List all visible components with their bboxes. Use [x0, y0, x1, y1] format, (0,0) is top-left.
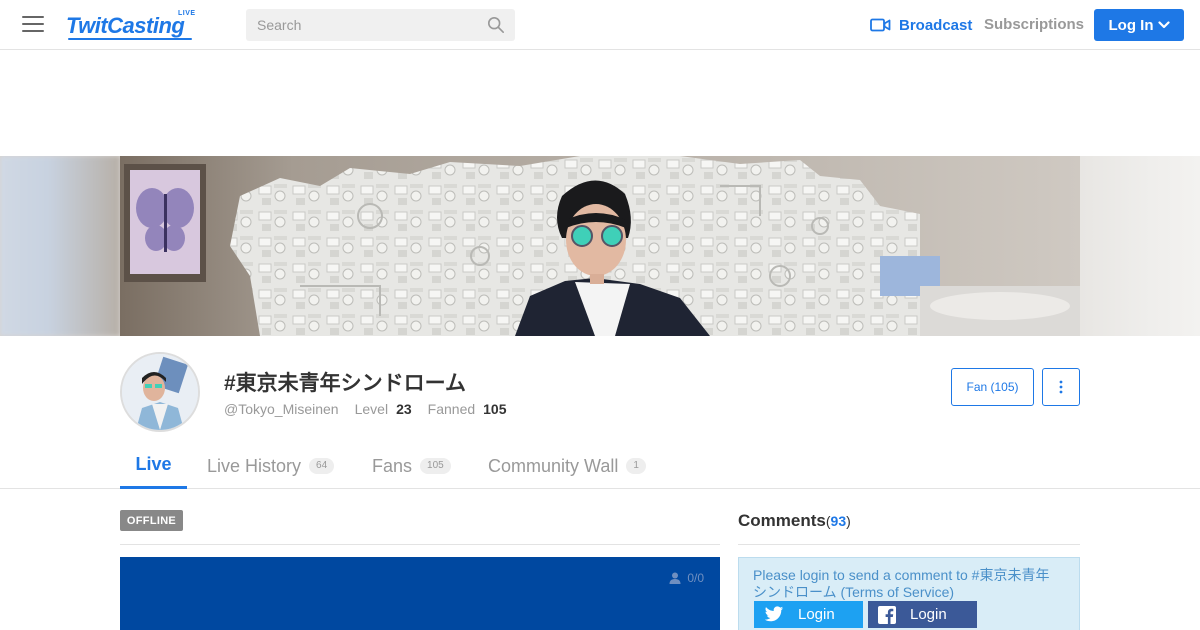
- search-box: [246, 9, 515, 41]
- comments-title: Comments(93): [738, 511, 851, 530]
- search-input[interactable]: [246, 9, 476, 41]
- divider: [120, 544, 720, 545]
- tab-live[interactable]: Live: [120, 443, 187, 489]
- logo-live-badge: LIVE: [178, 10, 196, 17]
- status-badge: OFFLINE: [120, 510, 183, 531]
- viewer-count: 0/0: [669, 571, 704, 585]
- fanned-label: Fanned: [427, 401, 476, 417]
- avatar-image: [122, 354, 198, 430]
- level-label: Level: [354, 401, 389, 417]
- level-value: 23: [396, 401, 412, 417]
- profile-meta: @Tokyo_Miseinen Level 23 Fanned 105: [224, 401, 507, 417]
- profile-name: #東京未青年シンドローム: [224, 372, 467, 395]
- video-camera-icon: [870, 18, 891, 32]
- video-player[interactable]: 0/0: [120, 557, 720, 630]
- tab-live-history-label: Live History: [207, 455, 302, 476]
- twitter-login-label: Login: [798, 606, 835, 623]
- search-icon[interactable]: [487, 16, 505, 34]
- menu-icon[interactable]: [22, 16, 44, 34]
- profile-tabs: Live Live History 64 Fans 105 Community …: [0, 443, 1200, 489]
- broadcast-label: Broadcast: [899, 16, 973, 34]
- tab-community-wall-label: Community Wall: [488, 455, 619, 476]
- twitter-login-button[interactable]: Login: [754, 601, 863, 628]
- login-message: Please login to send a comment to #東京未青年…: [753, 567, 1053, 601]
- facebook-login-button[interactable]: Login: [868, 601, 977, 628]
- tab-fans-label: Fans: [372, 455, 413, 476]
- more-options-button[interactable]: [1042, 368, 1080, 406]
- divider: [738, 544, 1080, 545]
- profile-handle[interactable]: @Tokyo_Miseinen: [224, 401, 339, 417]
- login-button-label: Log In: [1108, 16, 1154, 34]
- user-icon: [669, 572, 681, 584]
- chevron-down-icon: [1157, 21, 1170, 29]
- tab-fans-count: 105: [420, 458, 451, 474]
- facebook-icon: [878, 605, 896, 624]
- avatar[interactable]: [120, 352, 200, 432]
- viewer-count-value: 0/0: [687, 571, 704, 585]
- more-vertical-icon: [1059, 380, 1063, 394]
- tab-live-history[interactable]: Live History 64: [207, 443, 335, 489]
- tab-fans[interactable]: Fans 105: [372, 443, 451, 489]
- tab-live-label: Live: [135, 454, 172, 474]
- login-button[interactable]: Log In: [1094, 9, 1184, 41]
- tab-community-wall[interactable]: Community Wall 1: [488, 443, 646, 489]
- logo-underline: [68, 38, 192, 40]
- fan-button[interactable]: Fan (105): [951, 368, 1034, 406]
- logo-text: TwitCasting: [66, 13, 185, 38]
- top-header: TwitCasting LIVE Broadcast Subscriptions…: [0, 0, 1200, 50]
- broadcast-link[interactable]: Broadcast: [870, 15, 972, 35]
- subscriptions-link[interactable]: Subscriptions: [984, 16, 1084, 33]
- comments-title-label: Comments: [738, 511, 826, 530]
- fanned-value: 105: [483, 401, 507, 417]
- banner-image: [120, 156, 1080, 336]
- tab-live-history-count: 64: [309, 458, 335, 474]
- twitter-icon: [764, 606, 784, 622]
- comments-count: 93: [830, 513, 847, 529]
- banner-blur-right: [1080, 156, 1200, 336]
- tab-community-wall-count: 1: [626, 458, 646, 474]
- banner-blur-left: [0, 156, 120, 336]
- facebook-login-label: Login: [910, 606, 947, 623]
- profile-banner: [0, 156, 1200, 336]
- terms-link[interactable]: (Terms of Service): [840, 584, 954, 600]
- comment-login-box: Please login to send a comment to #東京未青年…: [738, 557, 1080, 630]
